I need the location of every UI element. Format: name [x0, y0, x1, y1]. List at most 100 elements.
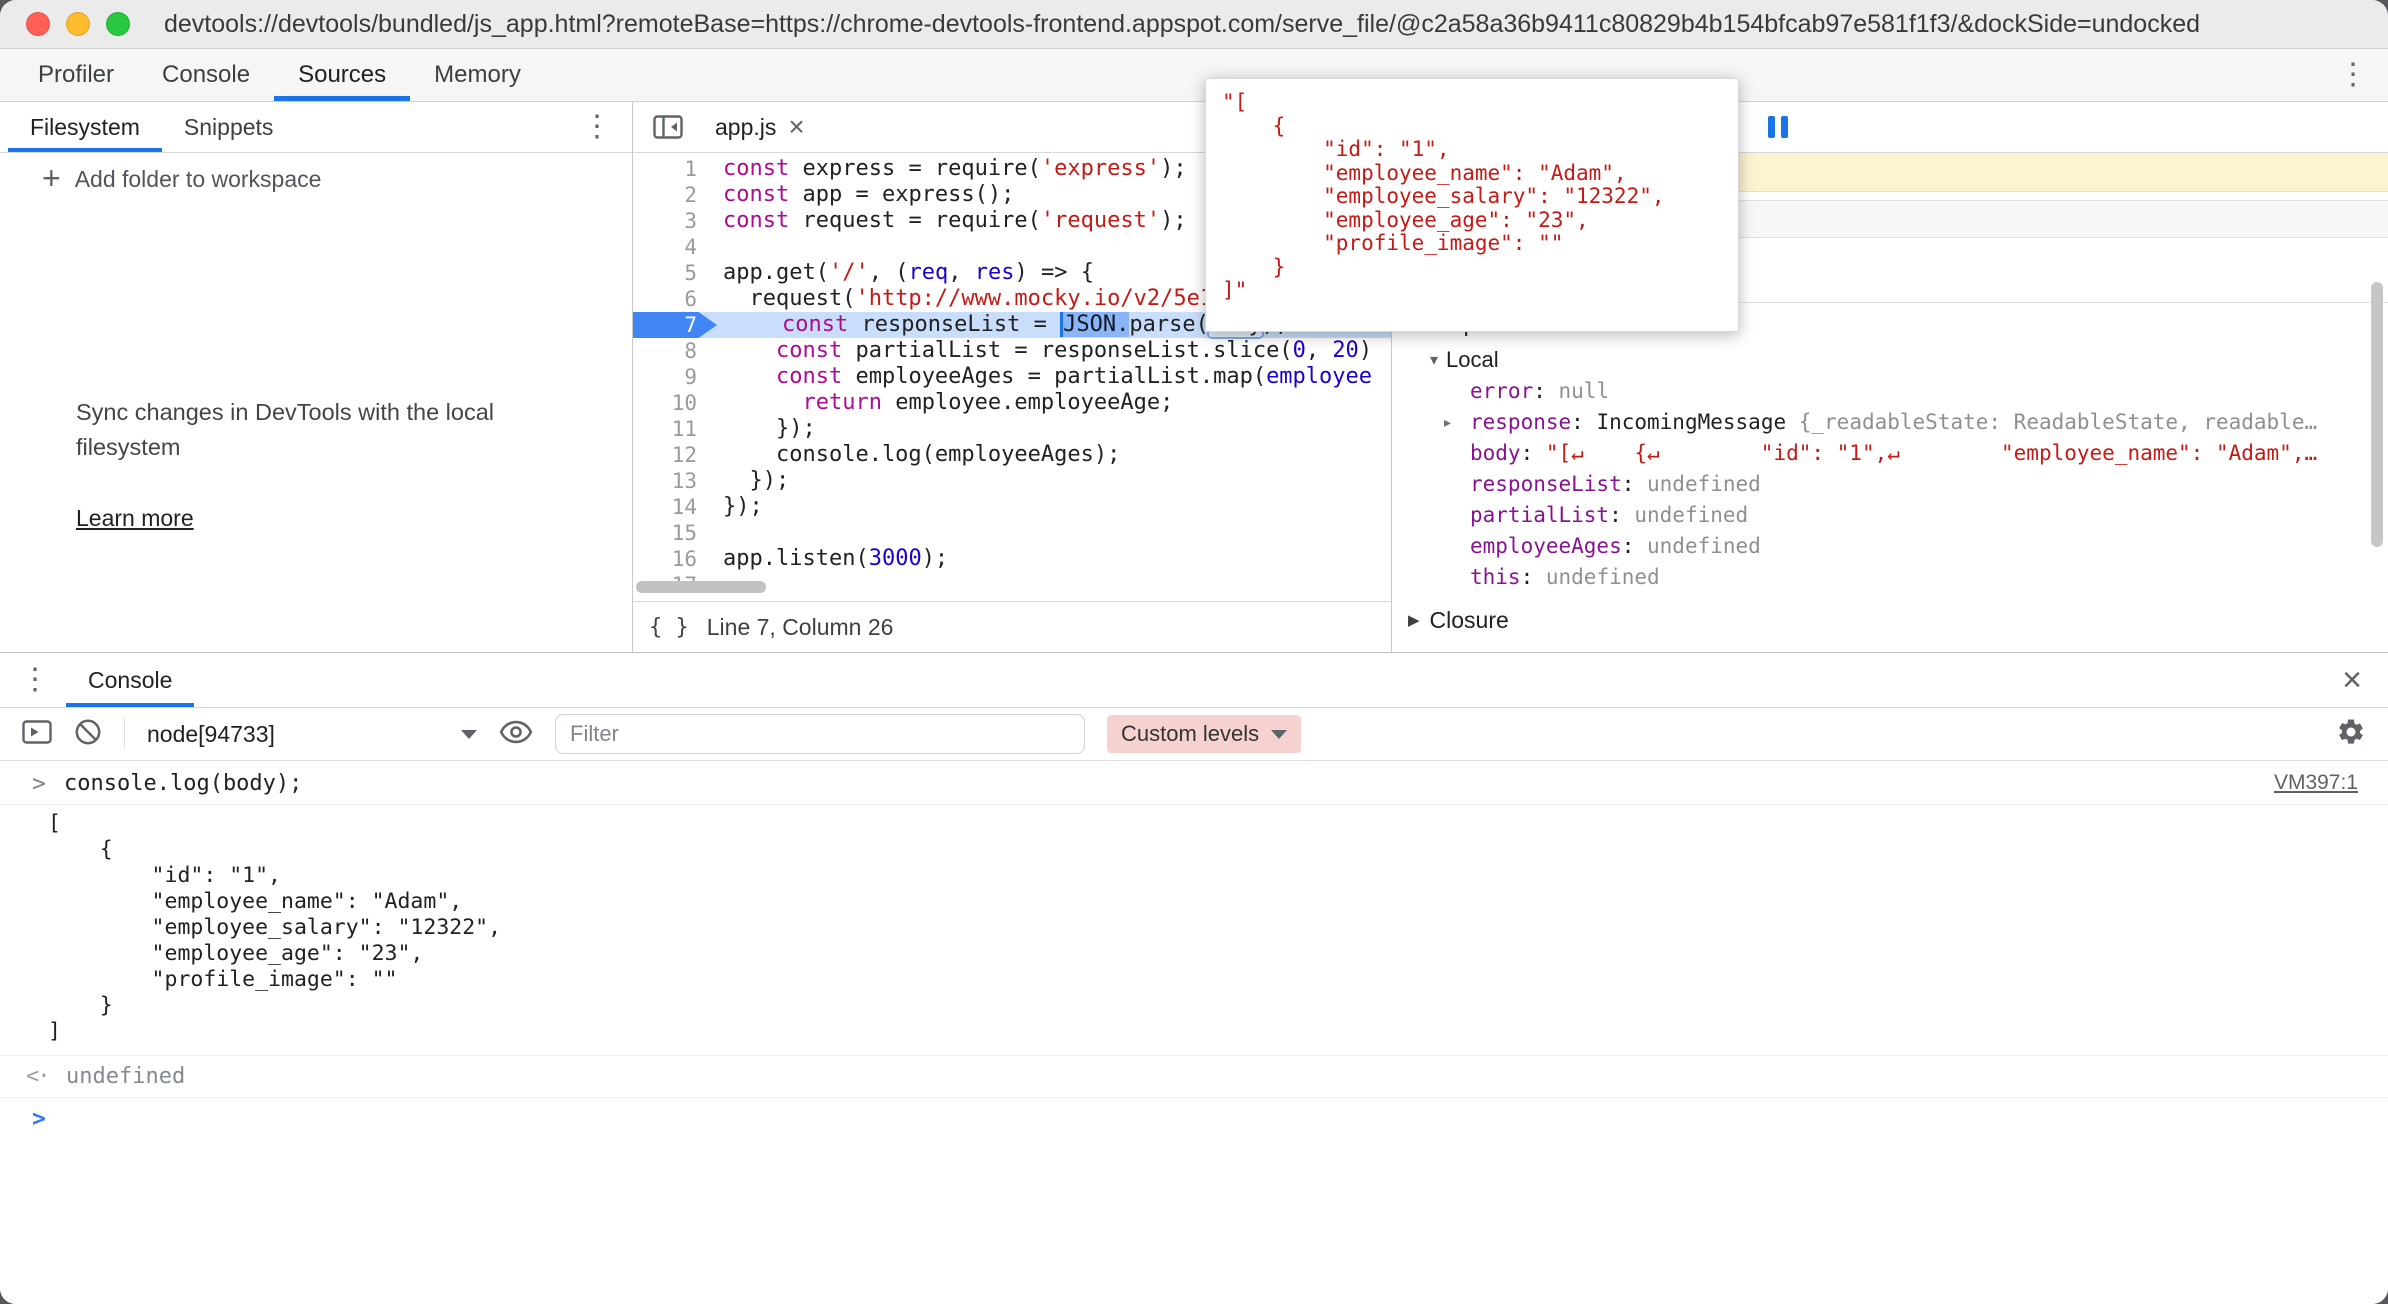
code-text: });: [711, 494, 763, 520]
toggle-navigator-icon[interactable]: [645, 115, 691, 139]
line-number[interactable]: 1: [633, 156, 711, 182]
panel-tab-bar: ProfilerConsoleSourcesMemory ⋮: [0, 49, 2388, 102]
scope-property-employeeAges[interactable]: employeeAges: undefined: [1392, 531, 2388, 562]
scope-property-responseList[interactable]: responseList: undefined: [1392, 469, 2388, 500]
tab-console[interactable]: Console: [66, 653, 194, 707]
navigator-tab-filesystem[interactable]: Filesystem: [8, 102, 162, 152]
scope-closure-label: Closure: [1430, 607, 1509, 634]
line-number[interactable]: 11: [633, 416, 711, 442]
code-line[interactable]: 13 });: [633, 468, 1391, 494]
navigator-pane: FilesystemSnippets ⋮ + Add folder to wor…: [0, 102, 633, 652]
code-line[interactable]: 11 });: [633, 416, 1391, 442]
eye-icon[interactable]: [499, 720, 533, 749]
tab-memory[interactable]: Memory: [410, 49, 545, 101]
code-text: app.listen(3000);: [711, 546, 948, 572]
property-name: error: [1470, 379, 1533, 403]
sources-panel: FilesystemSnippets ⋮ + Add folder to wor…: [0, 102, 2388, 652]
line-number[interactable]: 5: [633, 260, 711, 286]
pretty-print-icon[interactable]: { }: [649, 615, 689, 640]
scope-property-response[interactable]: ▸response: IncomingMessage {_readableSta…: [1392, 407, 2388, 438]
close-window-button[interactable]: [26, 12, 50, 36]
property-value: undefined: [1647, 472, 1761, 496]
scope-closure-header[interactable]: ▶ Closure: [1392, 601, 2388, 639]
code-text: const partialList = responseList.slice(0…: [711, 338, 1372, 364]
line-number[interactable]: 9: [633, 364, 711, 390]
pause-on-exceptions-icon[interactable]: [1756, 111, 1800, 143]
scope-property-partialList[interactable]: partialList: undefined: [1392, 500, 2388, 531]
minimize-window-button[interactable]: [66, 12, 90, 36]
panel-tabs: ProfilerConsoleSourcesMemory: [14, 49, 545, 101]
chevron-right-icon: ▶: [1408, 611, 1420, 629]
property-preview: {_readableState: ReadableState, readable…: [1799, 410, 2317, 434]
clear-console-icon[interactable]: [74, 718, 102, 751]
line-number[interactable]: 16: [633, 546, 711, 572]
log-levels-dropdown[interactable]: Custom levels: [1107, 715, 1301, 753]
more-options-icon[interactable]: ⋮: [2318, 60, 2388, 90]
code-line[interactable]: 12 console.log(employeeAges);: [633, 442, 1391, 468]
drawer-menu-icon[interactable]: ⋮: [0, 665, 66, 695]
console-sidebar-toggle-icon[interactable]: [22, 719, 52, 750]
tab-console[interactable]: Console: [138, 49, 274, 101]
console-settings-gear-icon[interactable]: [2336, 717, 2366, 752]
line-number[interactable]: 15: [633, 520, 711, 546]
editor-tab-appjs[interactable]: app.js ×: [697, 102, 823, 152]
drawer-header: ⋮ Console ×: [0, 652, 2388, 708]
property-value: undefined: [1634, 503, 1748, 527]
console-result-entry[interactable]: <· undefined: [0, 1056, 2388, 1098]
scope-property-error[interactable]: error: null: [1392, 376, 2388, 407]
add-folder-button[interactable]: + Add folder to workspace: [0, 153, 632, 205]
line-number[interactable]: 13: [633, 468, 711, 494]
window-title-url: devtools://devtools/bundled/js_app.html?…: [164, 10, 2200, 39]
chevron-down-icon: [1271, 730, 1287, 739]
scope-property-body[interactable]: body: "[↵ {↵ "id": "1",↵ "employee_name"…: [1392, 438, 2388, 469]
zoom-window-button[interactable]: [106, 12, 130, 36]
code-text: app.get('/', (req, res) => {: [711, 260, 1094, 286]
line-number[interactable]: 10: [633, 390, 711, 416]
console-command-entry[interactable]: > console.log(body); VM397:1: [0, 761, 2388, 805]
console-result-text: undefined: [66, 1064, 185, 1089]
console-prompt[interactable]: >: [0, 1098, 2388, 1144]
filter-input[interactable]: [555, 714, 1085, 754]
execution-line-marker[interactable]: 7: [633, 312, 717, 338]
code-line[interactable]: 9 const employeeAges = partialList.map(e…: [633, 364, 1391, 390]
navigator-more-icon[interactable]: ⋮: [562, 112, 632, 142]
toolbar-divider: [124, 719, 125, 749]
horizontal-scrollbar[interactable]: [636, 581, 766, 593]
tab-profiler[interactable]: Profiler: [14, 49, 138, 101]
navigator-tab-snippets[interactable]: Snippets: [162, 102, 296, 152]
console-output-text: [ { "id": "1", "employee_name": "Adam", …: [48, 811, 2388, 1045]
source-link[interactable]: VM397:1: [2274, 771, 2358, 795]
code-line[interactable]: 14});: [633, 494, 1391, 520]
prompt-chevron-icon: >: [32, 1106, 46, 1132]
console-command-text: console.log(body);: [64, 771, 302, 796]
line-number[interactable]: 2: [633, 182, 711, 208]
devtools-window: devtools://devtools/bundled/js_app.html?…: [0, 0, 2388, 1304]
execution-context-select[interactable]: node[94733]: [147, 721, 477, 748]
code-line[interactable]: 16app.listen(3000);: [633, 546, 1391, 572]
line-number[interactable]: 4: [633, 234, 711, 260]
chevron-right-icon[interactable]: ▸: [1444, 407, 1451, 438]
console-messages[interactable]: > console.log(body); VM397:1 [ { "id": "…: [0, 761, 2388, 1304]
sync-message: Sync changes in DevTools with the local …: [76, 395, 506, 465]
line-number[interactable]: 8: [633, 338, 711, 364]
scope-local-header[interactable]: ▾ Local: [1392, 343, 2388, 376]
code-text: const employeeAges = partialList.map(emp…: [711, 364, 1372, 390]
code-line[interactable]: 10 return employee.employeeAge;: [633, 390, 1391, 416]
navigator-tabbar: FilesystemSnippets ⋮: [0, 102, 632, 153]
console-output-entry[interactable]: [ { "id": "1", "employee_name": "Adam", …: [0, 805, 2388, 1056]
vertical-scrollbar[interactable]: [2371, 282, 2383, 547]
add-folder-label: Add folder to workspace: [75, 166, 322, 193]
tab-sources[interactable]: Sources: [274, 49, 410, 101]
code-line[interactable]: 15: [633, 520, 1391, 546]
line-number[interactable]: 3: [633, 208, 711, 234]
close-tab-icon[interactable]: ×: [788, 113, 804, 141]
code-line[interactable]: 8 const partialList = responseList.slice…: [633, 338, 1391, 364]
close-drawer-icon[interactable]: ×: [2316, 663, 2388, 697]
property-value: undefined: [1546, 565, 1660, 589]
learn-more-link[interactable]: Learn more: [76, 505, 206, 532]
scope-property-this[interactable]: this: undefined: [1392, 562, 2388, 593]
line-number[interactable]: 6: [633, 286, 711, 312]
chevron-down-icon: ▾: [1430, 350, 1438, 370]
line-number[interactable]: 14: [633, 494, 711, 520]
line-number[interactable]: 12: [633, 442, 711, 468]
